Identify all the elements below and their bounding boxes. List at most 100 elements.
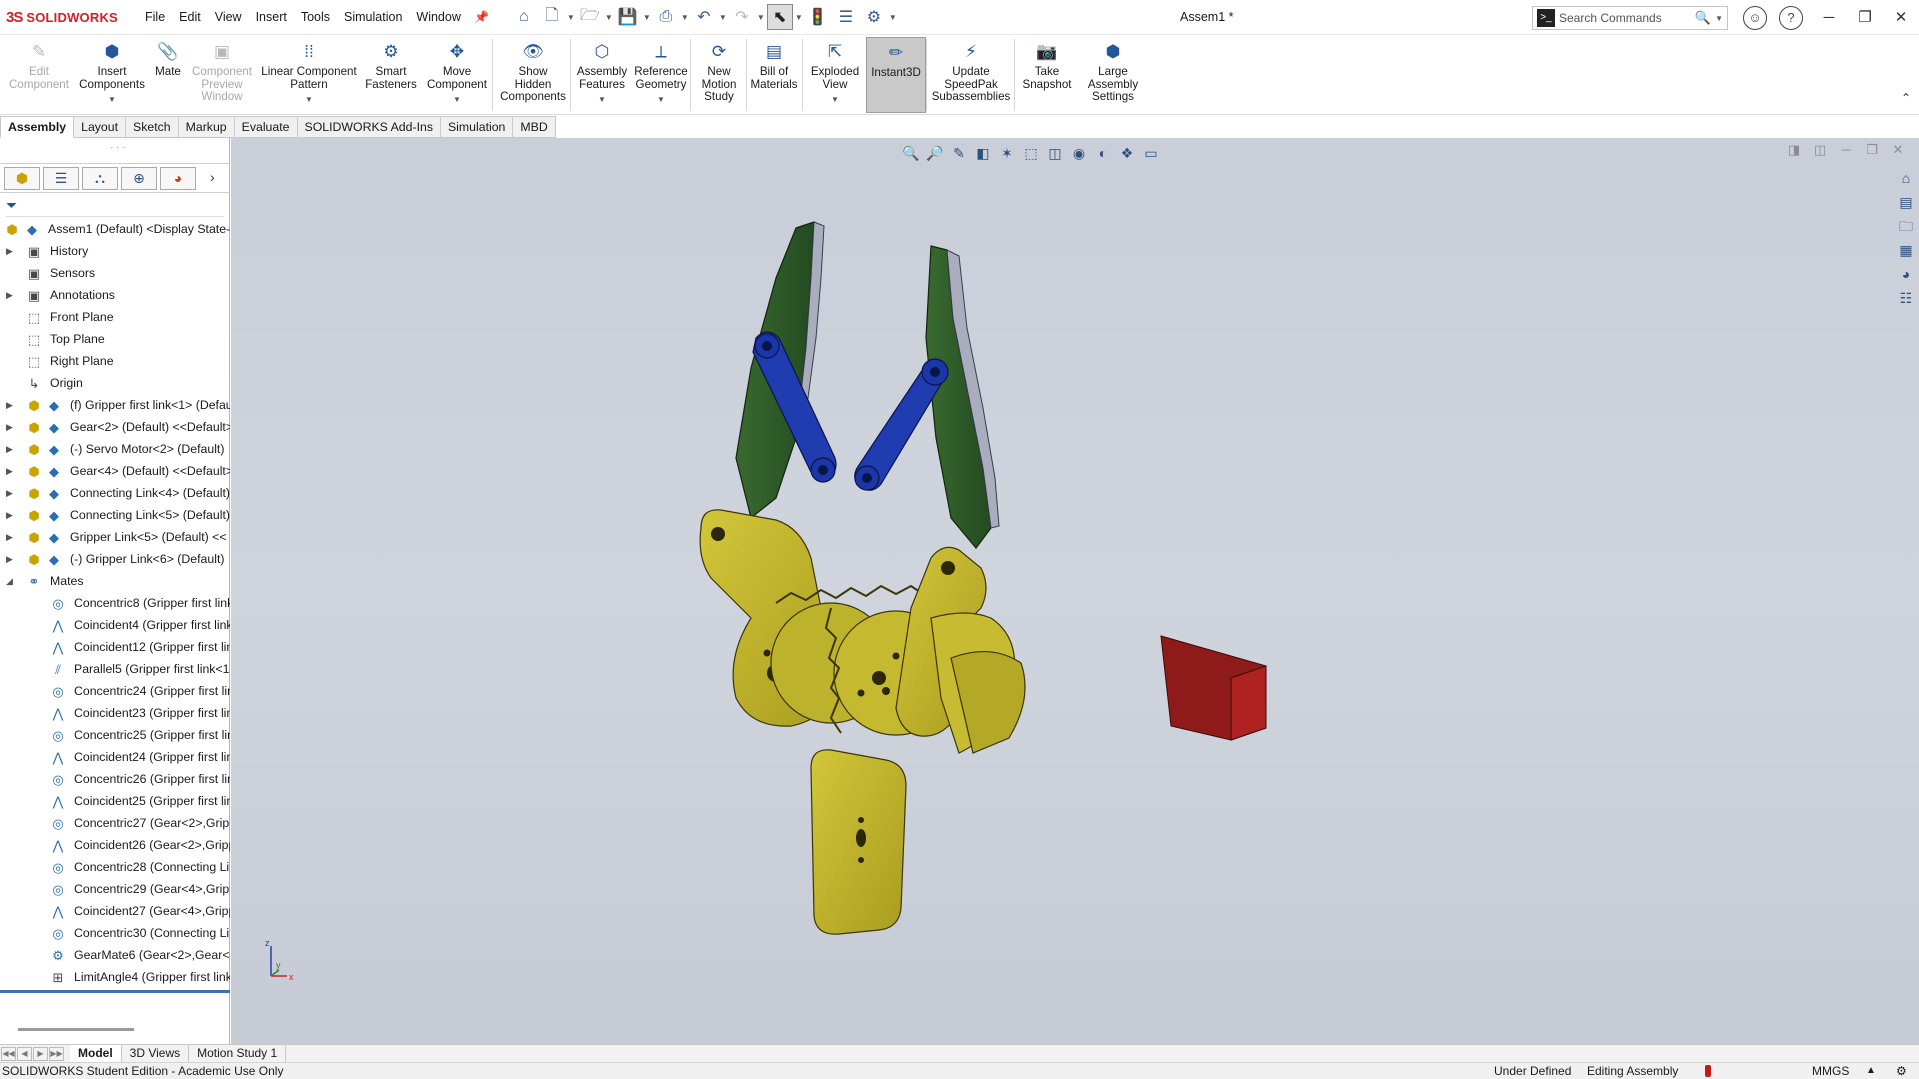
tab-sketch[interactable]: Sketch	[126, 116, 179, 138]
update-speedpak-subassemblies-button[interactable]: ⚡ Update SpeedPak Subassemblies	[930, 37, 1012, 113]
file-properties-icon[interactable]: ☰	[833, 4, 859, 30]
tree-node-part[interactable]: ▶ ⬢ ◆ (-) Servo Motor<2> (Default)	[0, 438, 230, 460]
instant3d-button[interactable]: ✏ Instant3D	[866, 37, 926, 113]
configuration-manager-tab-icon[interactable]: ⛬	[82, 167, 118, 190]
prev-tab-arrow-icon[interactable]: ◀	[17, 1046, 32, 1061]
expand-arrow-icon[interactable]: ▶	[6, 504, 13, 526]
tree-node-concentric[interactable]: ◎ Concentric30 (Connecting Lir	[0, 922, 230, 944]
graphics-viewport[interactable]: 🔍 🔎 ✎ ◧ ✶ ⬚ ◫ ◉ ◐ ❖ ▭ ◨ ◫ ─ ❐ ✕ ⌂ ▤ 🗀 ▦ …	[231, 138, 1919, 1044]
options-caret-icon[interactable]: ▼	[888, 13, 898, 22]
expand-arrow-icon[interactable]: ▶	[6, 394, 13, 416]
rollback-bar[interactable]	[0, 990, 230, 993]
tree-filter[interactable]: ⏷	[6, 197, 224, 217]
menu-file[interactable]: File	[138, 0, 172, 35]
new-caret-icon[interactable]: ▼	[566, 13, 576, 22]
tree-node-part[interactable]: ▶ ⬢ ◆ Gear<2> (Default) <<Default>	[0, 416, 230, 438]
collapse-ribbon-icon[interactable]: ⌃	[1901, 91, 1911, 105]
tree-node-coincident[interactable]: ⋀ Coincident27 (Gear<4>,Gripp	[0, 900, 230, 922]
large-assembly-settings-button[interactable]: ⬢ Large Assembly Settings	[1080, 37, 1146, 113]
tree-node-mates[interactable]: ◢ ⚭ Mates	[0, 570, 230, 592]
redo-icon[interactable]: ↷	[729, 4, 755, 30]
exploded-view-button[interactable]: ⇱ Exploded View ▼	[804, 37, 866, 113]
undo-caret-icon[interactable]: ▼	[718, 13, 728, 22]
tree-node-origin[interactable]: ↳ Origin	[0, 372, 230, 394]
base-plate[interactable]	[810, 749, 907, 935]
new-motion-study-button[interactable]: ⟳ New Motion Study	[694, 37, 744, 113]
select-caret-icon[interactable]: ▼	[794, 13, 804, 22]
tab-simulation[interactable]: Simulation	[440, 116, 514, 138]
panel-splitter-handle[interactable]: ⠂⠂⠂	[110, 144, 128, 153]
tree-node-plane[interactable]: ⬚ Top Plane	[0, 328, 230, 350]
tree-node-limit[interactable]: ⊞ LimitAngle4 (Gripper first link	[0, 966, 230, 988]
tree-node-assembly[interactable]: ⬢ ◆ Assem1 (Default) <Display State-1>	[0, 218, 230, 240]
show-hidden-components-button[interactable]: 👁 Show Hidden Components	[496, 37, 570, 113]
tree-node-plane[interactable]: ⬚ Right Plane	[0, 350, 230, 372]
tree-node-concentric[interactable]: ◎ Concentric27 (Gear<2>,Gripp	[0, 812, 230, 834]
tree-node-part[interactable]: ▶ ⬢ ◆ Gear<4> (Default) <<Default>	[0, 460, 230, 482]
undo-icon[interactable]: ↶	[691, 4, 717, 30]
tree-node-plane[interactable]: ⬚ Front Plane	[0, 306, 230, 328]
tree-node-part[interactable]: ▶ ⬢ ◆ Connecting Link<5> (Default)	[0, 504, 230, 526]
expand-arrow-icon[interactable]: ▶	[6, 438, 13, 460]
servo-motor[interactable]	[1160, 635, 1267, 741]
restore-icon[interactable]: ❐	[1847, 0, 1883, 35]
tree-node-folder[interactable]: ▶ ▣ History	[0, 240, 230, 262]
save-icon[interactable]: 💾	[615, 4, 641, 30]
unit-caret-icon[interactable]: ▲	[1866, 1063, 1876, 1079]
last-tab-arrow-icon[interactable]: ▶▶	[49, 1046, 64, 1061]
take-snapshot-button[interactable]: 📷 Take Snapshot	[1018, 37, 1076, 113]
menu-tools[interactable]: Tools	[294, 0, 337, 35]
dimxpert-tab-icon[interactable]: ⊕	[121, 167, 157, 190]
tree-node-part[interactable]: ▶ ⬢ ◆ (-) Gripper Link<6> (Default)	[0, 548, 230, 570]
redo-caret-icon[interactable]: ▼	[756, 13, 766, 22]
dropdown-caret-icon[interactable]: ▼	[78, 94, 146, 107]
expand-arrow-icon[interactable]: ▶	[6, 240, 13, 262]
home-icon[interactable]: ⌂	[511, 4, 537, 30]
edit-component-button[interactable]: ✎ Edit Component	[2, 37, 76, 113]
tree-node-folder[interactable]: ▶ ▣ Annotations	[0, 284, 230, 306]
help-icon[interactable]: ?	[1779, 6, 1803, 30]
move-component-button[interactable]: ✥ Move Component ▼	[422, 37, 492, 113]
tab-mbd[interactable]: MBD	[513, 116, 556, 138]
tree-node-coincident[interactable]: ⋀ Coincident24 (Gripper first lin	[0, 746, 230, 768]
menu-simulation[interactable]: Simulation	[337, 0, 409, 35]
print-caret-icon[interactable]: ▼	[680, 13, 690, 22]
minimize-icon[interactable]: ─	[1811, 0, 1847, 35]
tab-layout[interactable]: Layout	[74, 116, 127, 138]
expand-arrow-icon[interactable]: ▶	[6, 548, 13, 570]
filter-funnel-icon[interactable]: ⏷	[6, 197, 17, 213]
save-caret-icon[interactable]: ▼	[642, 13, 652, 22]
search-icon[interactable]: 🔍	[1695, 10, 1711, 26]
dropdown-caret-icon[interactable]: ▼	[422, 94, 492, 107]
pin-icon[interactable]: 📌	[469, 4, 495, 30]
tree-node-concentric[interactable]: ◎ Concentric29 (Gear<4>,Gripp	[0, 878, 230, 900]
display-manager-tab-icon[interactable]: ◕	[160, 167, 196, 190]
dropdown-caret-icon[interactable]: ▼	[258, 94, 360, 107]
menu-view[interactable]: View	[208, 0, 249, 35]
search-caret-icon[interactable]: ▼	[1715, 14, 1723, 23]
linear-component-pattern-button[interactable]: ⁞⁞ Linear Component Pattern ▼	[258, 37, 360, 113]
customize-status-icon[interactable]: ⚙	[1896, 1063, 1907, 1079]
open-caret-icon[interactable]: ▼	[604, 13, 614, 22]
next-tab-arrow-icon[interactable]: ▶	[33, 1046, 48, 1061]
expand-arrow-icon[interactable]: ▶	[6, 482, 13, 504]
tree-node-concentric[interactable]: ◎ Concentric28 (Connecting Lir	[0, 856, 230, 878]
menu-window[interactable]: Window	[409, 0, 467, 35]
expand-arrow-icon[interactable]: ▶	[6, 460, 13, 482]
tree-node-part[interactable]: ▶ ⬢ ◆ Connecting Link<4> (Default)	[0, 482, 230, 504]
bottom-tab-3d-views[interactable]: 3D Views	[122, 1044, 190, 1063]
assembly-features-button[interactable]: ⬡ Assembly Features ▼	[574, 37, 630, 113]
tree-node-concentric[interactable]: ◎ Concentric26 (Gripper first lin	[0, 768, 230, 790]
property-manager-tab-icon[interactable]: ☰	[43, 167, 79, 190]
options-gear-icon[interactable]: ⚙	[861, 4, 887, 30]
dropdown-caret-icon[interactable]: ▼	[632, 94, 690, 107]
right-connecting-link[interactable]	[854, 358, 949, 491]
expand-arrow-icon[interactable]: ▶	[6, 416, 13, 438]
tab-solidworks-add-ins[interactable]: SOLIDWORKS Add-Ins	[297, 116, 441, 138]
first-tab-arrow-icon[interactable]: ◀◀	[1, 1046, 16, 1061]
panel-horizontal-scrollbar[interactable]	[18, 1028, 134, 1031]
tree-node-coincident[interactable]: ⋀ Coincident4 (Gripper first link	[0, 614, 230, 636]
user-account-icon[interactable]: ☺	[1743, 6, 1767, 30]
tree-node-concentric[interactable]: ◎ Concentric8 (Gripper first link	[0, 592, 230, 614]
close-icon[interactable]: ✕	[1883, 0, 1919, 35]
